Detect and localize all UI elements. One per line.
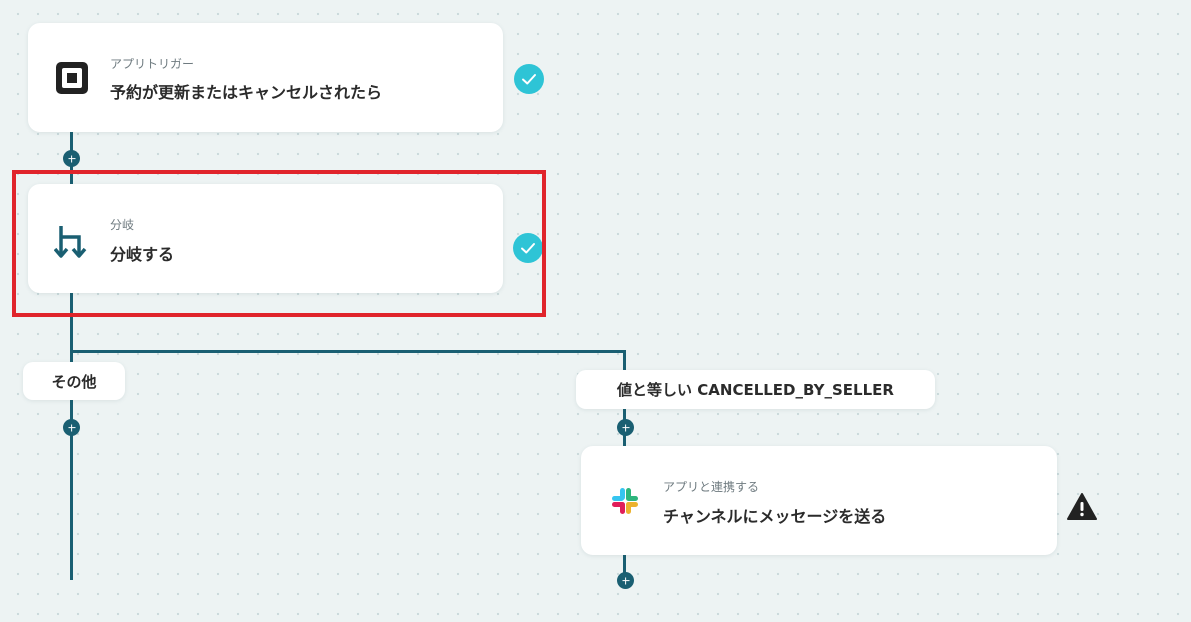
connector-line-horizontal <box>70 350 626 353</box>
square-app-icon <box>56 62 88 94</box>
add-step-button[interactable] <box>617 419 634 436</box>
branch-label-condition[interactable]: 値と等しい CANCELLED_BY_SELLER <box>576 370 935 409</box>
branch-label-other[interactable]: その他 <box>23 362 125 400</box>
add-step-button[interactable] <box>63 419 80 436</box>
highlight-box <box>12 170 546 317</box>
trigger-card-title: 予約が更新またはキャンセルされたら <box>110 83 383 102</box>
slack-icon <box>612 488 638 514</box>
slack-card-title: チャンネルにメッセージを送る <box>663 507 887 526</box>
warning-icon <box>1067 493 1097 520</box>
slack-card[interactable]: アプリと連携する チャンネルにメッセージを送る <box>581 446 1057 555</box>
trigger-card-subtitle: アプリトリガー <box>110 57 195 71</box>
trigger-card[interactable]: アプリトリガー 予約が更新またはキャンセルされたら <box>28 23 503 132</box>
add-step-button[interactable] <box>63 150 80 167</box>
add-step-button[interactable] <box>617 572 634 589</box>
check-complete-icon <box>514 64 544 94</box>
slack-card-subtitle: アプリと連携する <box>663 480 760 494</box>
